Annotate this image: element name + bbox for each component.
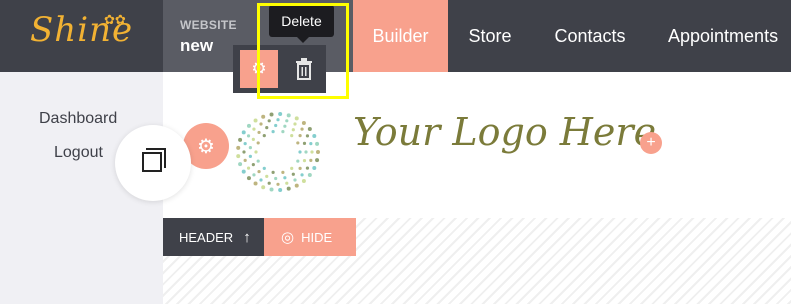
gear-icon: ⚙ [197, 135, 215, 158]
logo-ring-graphic [236, 112, 320, 192]
nav-builder[interactable]: Builder [353, 0, 448, 72]
nav-appointments[interactable]: Appointments [648, 0, 791, 72]
website-name: new [180, 36, 214, 55]
add-element-button[interactable]: + [640, 132, 662, 154]
plus-icon: + [646, 134, 656, 151]
brand-logo[interactable]: Shine ✿✿ [0, 0, 163, 72]
duplicate-button[interactable] [115, 125, 191, 201]
hide-section-button[interactable]: ◎ HIDE [264, 218, 356, 256]
section-label: HEADER [179, 229, 234, 245]
highlight-box [257, 3, 349, 99]
brand-flower-icon: ✿✿ [104, 12, 126, 27]
sidebar-item-logout[interactable]: Logout [54, 144, 103, 162]
website-label: WEBSITE [180, 18, 237, 32]
nav-store[interactable]: Store [448, 0, 532, 72]
sidebar-item-dashboard[interactable]: Dashboard [39, 110, 117, 128]
nav-contacts[interactable]: Contacts [532, 0, 648, 72]
eye-slash-icon: ◎ [281, 229, 295, 246]
hide-label: HIDE [301, 229, 333, 245]
arrow-up-icon[interactable]: ↑ [243, 229, 251, 246]
copy-icon [142, 152, 162, 172]
logo-placeholder-text[interactable]: Your Logo Here [353, 110, 656, 154]
section-header-tab[interactable]: HEADER ↑ [163, 218, 264, 256]
